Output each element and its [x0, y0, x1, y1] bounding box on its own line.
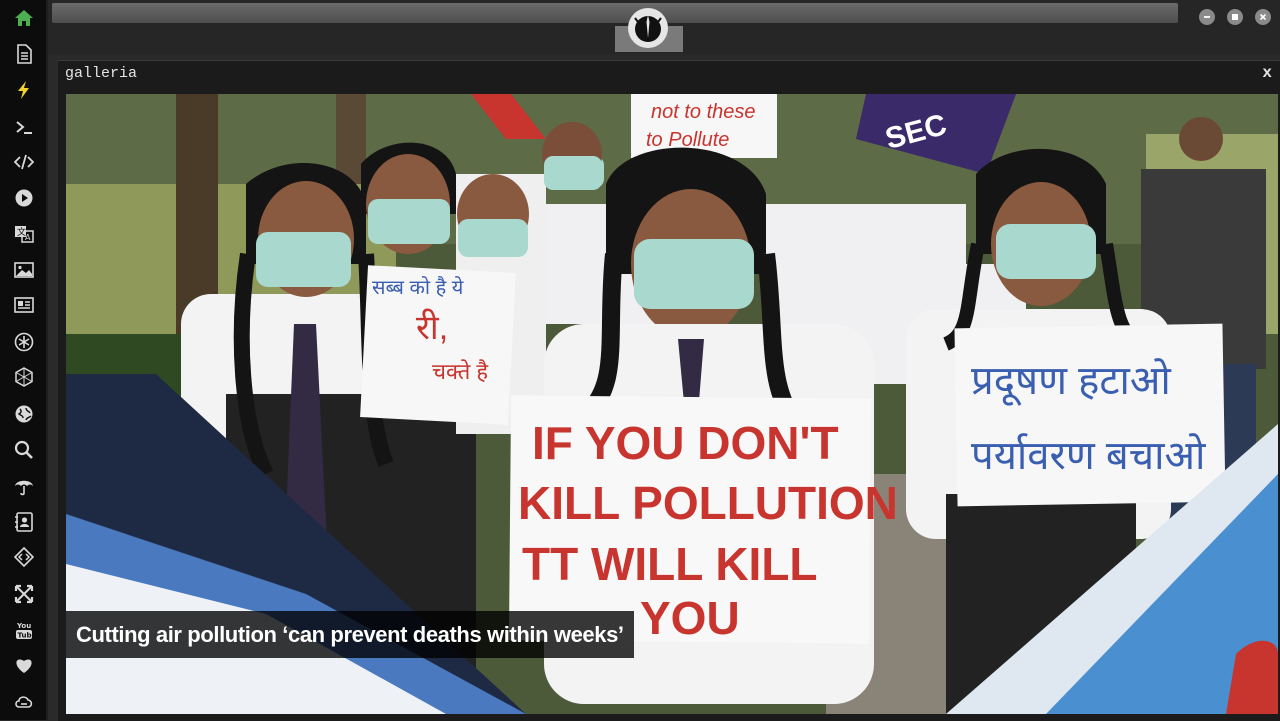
hexagon-icon[interactable] — [8, 362, 40, 392]
close-window-button[interactable] — [1255, 9, 1271, 25]
svg-text:Tube: Tube — [18, 632, 35, 640]
contact-icon[interactable] — [8, 507, 40, 537]
app-sidebar: 文A You Tube — [0, 0, 48, 720]
panel-close-button[interactable]: x — [1262, 64, 1272, 82]
caption-text: Cutting air pollution ‘can prevent death… — [76, 621, 624, 647]
title-strip[interactable] — [52, 3, 1178, 23]
cloud-link-icon[interactable] — [8, 687, 40, 717]
svg-text:You: You — [16, 622, 31, 630]
youtube-icon[interactable]: You Tube — [8, 615, 40, 645]
heart-icon[interactable] — [8, 650, 40, 680]
play-icon[interactable] — [8, 183, 40, 213]
main-sign-line-2: KILL POLLUTION — [518, 477, 898, 529]
gallery-photo[interactable]: सब्ब को है ये री, चक्ते है not to these … — [66, 94, 1278, 714]
document-icon[interactable] — [8, 39, 40, 69]
top-bar — [48, 0, 1280, 54]
left-sign-line-2: री, — [416, 308, 448, 347]
left-sign-line-1: सब्ब को है ये — [372, 276, 464, 299]
code-icon[interactable] — [8, 147, 40, 177]
search-icon[interactable] — [8, 435, 40, 465]
translate-icon[interactable]: 文A — [8, 219, 40, 249]
home-icon[interactable] — [8, 3, 40, 33]
asterisk-icon[interactable] — [8, 327, 40, 357]
terminal-icon[interactable] — [8, 112, 40, 142]
top-sign-line-2: to Pollute — [646, 129, 729, 151]
left-sign-line-3: चक्ते है — [432, 359, 488, 384]
svg-text:A: A — [25, 233, 31, 242]
right-sign-line-1: प्रदूषण हटाओ — [971, 358, 1172, 406]
lightning-icon[interactable] — [8, 75, 40, 105]
umbrella-icon[interactable] — [8, 471, 40, 501]
top-sign-line-1: not to these — [651, 101, 756, 123]
newspaper-icon[interactable] — [8, 290, 40, 320]
maximize-button[interactable] — [1227, 9, 1243, 25]
photo-caption: Cutting air pollution ‘can prevent death… — [66, 611, 634, 658]
globe-icon[interactable] — [8, 399, 40, 429]
diamond-code-icon[interactable] — [8, 542, 40, 572]
minimize-button[interactable] — [1199, 9, 1215, 25]
main-sign-line-4: YOU — [640, 592, 740, 644]
image-icon[interactable] — [8, 255, 40, 285]
main-sign-line-3: TT WILL KILL — [522, 538, 818, 590]
right-sign-line-2: पर्यावरण बचाओ — [971, 433, 1207, 478]
main-sign-line-1: IF YOU DON'T — [532, 417, 839, 469]
rebel-alliance-logo-icon[interactable] — [628, 8, 668, 48]
panel-title: galleria — [65, 65, 138, 82]
expand-icon[interactable] — [8, 579, 40, 609]
galleria-panel: galleria x सब्ब को है ये री, चक्ते है no… — [58, 60, 1280, 721]
